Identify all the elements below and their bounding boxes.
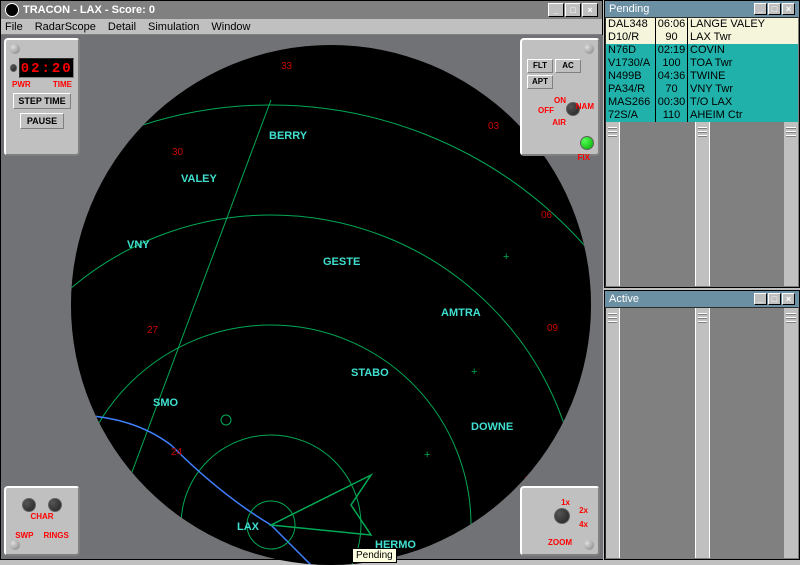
fix-label: SMO <box>153 397 178 409</box>
active-body <box>605 307 799 559</box>
char-label: CHAR <box>30 512 53 521</box>
menu-file[interactable]: File <box>5 21 23 33</box>
column-grip[interactable] <box>696 308 710 558</box>
pending-titlebar[interactable]: Pending _ □ × <box>605 1 799 17</box>
column-grip[interactable] <box>606 308 620 558</box>
radar-scope[interactable]: + + + 33 03 30 06 27 09 24 12 15 BERRY VALEY VNY GE… <box>71 45 591 565</box>
menu-detail[interactable]: Detail <box>108 21 136 33</box>
pending-max-button[interactable]: □ <box>768 3 781 15</box>
minimize-button[interactable]: _ <box>548 3 564 17</box>
air-label: AIR <box>552 118 566 127</box>
column-grip[interactable] <box>696 122 710 286</box>
flight-strip[interactable]: PA34/R70VNY Twr <box>606 83 798 96</box>
menu-simulation[interactable]: Simulation <box>148 21 199 33</box>
active-titlebar[interactable]: Active _ □ × <box>605 291 799 307</box>
active-title: Active <box>609 293 639 305</box>
tooltip: Pending <box>352 548 397 563</box>
menu-window[interactable]: Window <box>211 21 250 33</box>
pwr-label: PWR <box>12 80 31 89</box>
svg-text:+: + <box>503 251 509 263</box>
window-title: TRACON - LAX - Score: 0 <box>23 4 155 16</box>
range-tick: 33 <box>281 61 292 72</box>
fix-label: AMTRA <box>441 307 481 319</box>
active-close-button[interactable]: × <box>782 293 795 305</box>
flight-strip[interactable]: D10/R90LAX Twr <box>606 31 798 44</box>
char-knob[interactable] <box>22 498 36 512</box>
pwr-led[interactable] <box>10 64 17 72</box>
time-display: 02:20 <box>19 58 74 78</box>
fix-knob[interactable] <box>580 136 594 150</box>
flight-strip[interactable]: N76D02:19COVIN <box>606 44 798 57</box>
active-min-button[interactable]: _ <box>754 293 767 305</box>
fix-label: STABO <box>351 367 389 379</box>
rings-label: RINGS <box>43 531 68 540</box>
off-label: OFF <box>538 106 554 115</box>
menu-radarscope[interactable]: RadarScope <box>35 21 96 33</box>
column-grip[interactable] <box>784 308 798 558</box>
flight-strip[interactable]: 72S/A110AHEIM Ctr <box>606 109 798 122</box>
screw-icon <box>584 44 594 54</box>
zoom-knob[interactable] <box>554 508 570 524</box>
fix-label: FIX <box>526 153 594 162</box>
x2-label: 2x <box>579 506 588 515</box>
range-tick: 30 <box>172 147 183 158</box>
zoom-panel: 1x 2x 4x ZOOM <box>520 486 600 556</box>
range-tick: 27 <box>147 325 158 336</box>
range-tick: 06 <box>541 210 552 221</box>
close-button[interactable]: × <box>582 3 598 17</box>
menu-bar: File RadarScope Detail Simulation Window <box>1 19 602 35</box>
display-options-panel: FLTACAPT ON OFF NAM AIR FIX <box>520 38 600 156</box>
range-tick: 09 <box>547 323 558 334</box>
flight-strip[interactable]: MAS26600:30T/O LAX <box>606 96 798 109</box>
svg-text:+: + <box>424 449 430 461</box>
flight-strip[interactable]: V1730/A100TOA Twr <box>606 57 798 70</box>
swp-label: SWP <box>15 531 33 540</box>
radar-graphics: + + + <box>71 45 591 565</box>
char-panel: CHAR SWP RINGS <box>4 486 80 556</box>
fix-label: GESTE <box>323 256 360 268</box>
nam-label: NAM <box>576 102 594 111</box>
maximize-button[interactable]: □ <box>565 3 581 17</box>
scope-area: + + + 330330062709241215 BERRYVALEYVNYGE… <box>1 35 603 559</box>
ac-button[interactable]: AC <box>555 59 581 73</box>
range-tick: 12 <box>524 475 535 486</box>
flt-button[interactable]: FLT <box>527 59 553 73</box>
on-label: ON <box>554 96 566 105</box>
fix-label: LAX <box>237 521 259 533</box>
fix-label: VNY <box>127 239 150 251</box>
pending-min-button[interactable]: _ <box>754 3 767 15</box>
column-grip[interactable] <box>784 122 798 286</box>
fix-label: DOWNE <box>471 421 513 433</box>
svg-text:+: + <box>471 366 477 378</box>
swp-knob[interactable] <box>48 498 62 512</box>
screw-icon <box>10 44 20 54</box>
screw-icon <box>584 540 594 550</box>
pending-body: DAL34806:06LANGE VALEYD10/R90LAX TwrN76D… <box>605 17 799 287</box>
flight-strip[interactable]: N499B04:36TWINE <box>606 70 798 83</box>
range-tick: 03 <box>488 121 499 132</box>
main-window: TRACON - LAX - Score: 0 _ □ × File Radar… <box>0 0 603 560</box>
fix-label: BERRY <box>269 130 307 142</box>
active-max-button[interactable]: □ <box>768 293 781 305</box>
pause-button[interactable]: PAUSE <box>20 113 64 129</box>
pending-window: Pending _ □ × DAL34806:06LANGE VALEYD10/… <box>604 0 800 288</box>
pending-title: Pending <box>609 3 649 15</box>
range-tick: 24 <box>171 447 182 458</box>
pending-close-button[interactable]: × <box>782 3 795 15</box>
main-titlebar[interactable]: TRACON - LAX - Score: 0 _ □ × <box>1 1 602 19</box>
screw-icon <box>10 540 20 550</box>
time-panel: 02:20 PWR TIME STEP TIME PAUSE <box>4 38 80 156</box>
fix-label: VALEY <box>181 173 217 185</box>
x4-label: 4x <box>579 520 588 529</box>
active-window: Active _ □ × <box>604 290 800 560</box>
range-tick: 15 <box>404 555 415 565</box>
column-grip[interactable] <box>606 122 620 286</box>
time-label: TIME <box>53 80 72 89</box>
flight-strip[interactable]: DAL34806:06LANGE VALEY <box>606 18 798 31</box>
apt-button[interactable]: APT <box>527 75 553 89</box>
x1-label: 1x <box>561 498 570 507</box>
step-time-button[interactable]: STEP TIME <box>13 93 71 109</box>
app-icon <box>5 3 19 17</box>
